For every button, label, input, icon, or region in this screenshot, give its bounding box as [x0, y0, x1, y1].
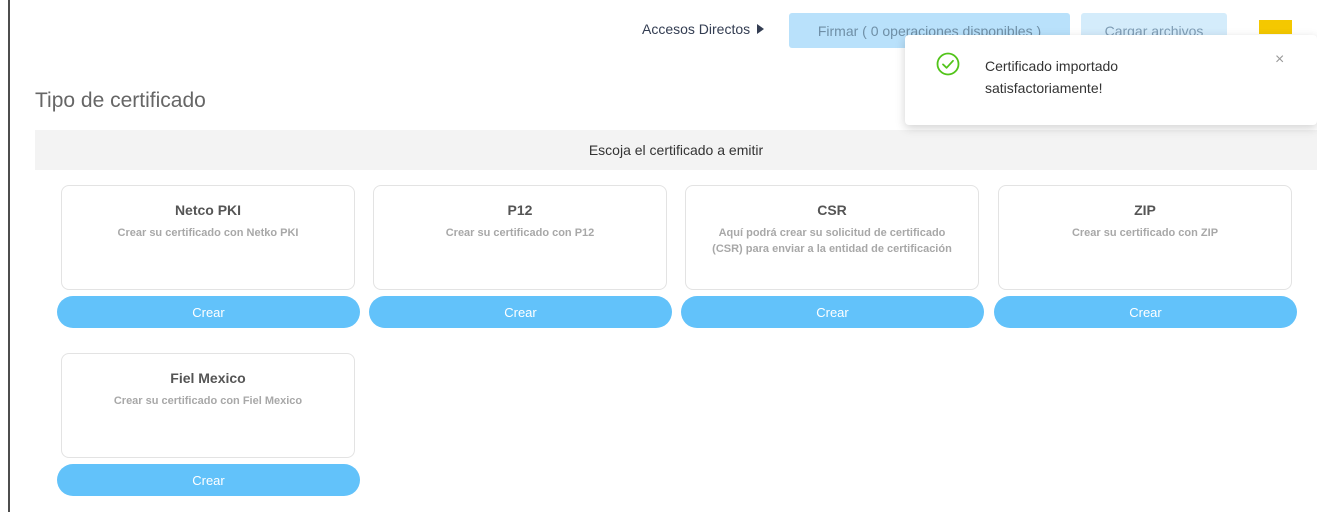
card-title: Fiel Mexico: [170, 370, 246, 386]
certificate-card-fiel-mexico: Fiel Mexico Crear su certificado con Fie…: [61, 353, 355, 458]
card-title: ZIP: [1134, 202, 1156, 218]
toast-message: Certificado importado satisfactoriamente…: [985, 58, 1119, 96]
card-title: CSR: [817, 202, 847, 218]
close-icon[interactable]: ×: [1275, 52, 1284, 68]
certificate-card-p12: P12 Crear su certificado con P12: [373, 185, 667, 290]
user-menu-chip[interactable]: [1259, 20, 1292, 34]
shortcuts-label: Accesos Directos: [642, 21, 751, 37]
create-fiel-mexico-button[interactable]: Crear: [57, 464, 360, 496]
create-csr-button[interactable]: Crear: [681, 296, 984, 328]
shortcuts-menu[interactable]: Accesos Directos: [642, 21, 765, 37]
certificate-card-zip: ZIP Crear su certificado con ZIP: [998, 185, 1292, 290]
create-zip-button[interactable]: Crear: [994, 296, 1297, 328]
create-netco-pki-button[interactable]: Crear: [57, 296, 360, 328]
success-toast: Certificado importado satisfactoriamente…: [905, 35, 1317, 125]
card-title: Netco PKI: [174, 202, 242, 218]
instruction-text: Escoja el certificado a emitir: [588, 142, 764, 158]
left-divider: [8, 0, 10, 512]
card-description: Crear su certificado con ZIP: [1071, 227, 1219, 239]
page: Accesos Directos Firmar ( 0 operaciones …: [0, 0, 1317, 512]
card-description: Aquí podrá crear su solicitud de certifi…: [712, 227, 952, 255]
page-title: Tipo de certificado: [35, 89, 206, 112]
card-description: Crear su certificado con Netko PKI: [117, 227, 299, 239]
caret-right-icon: [757, 24, 765, 34]
create-p12-button[interactable]: Crear: [369, 296, 672, 328]
card-description: Crear su certificado con Fiel Mexico: [113, 395, 303, 407]
check-circle-icon: [936, 52, 960, 76]
certificate-card-csr: CSR Aquí podrá crear su solicitud de cer…: [685, 185, 979, 290]
instruction-band: Escoja el certificado a emitir: [35, 130, 1317, 170]
card-title: P12: [507, 202, 533, 218]
certificate-card-netco-pki: Netco PKI Crear su certificado con Netko…: [61, 185, 355, 290]
card-description: Crear su certificado con P12: [445, 227, 595, 239]
